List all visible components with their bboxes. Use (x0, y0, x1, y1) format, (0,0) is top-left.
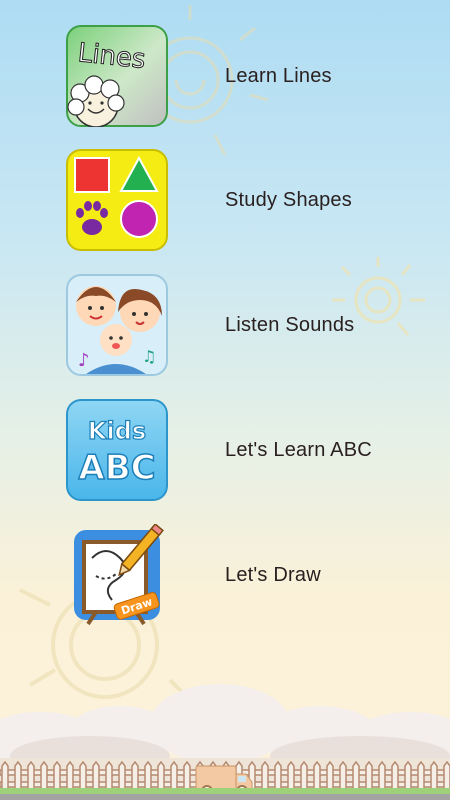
fence-picket (274, 760, 282, 791)
menu-item-study-shapes[interactable]: Study Shapes (66, 148, 426, 252)
fence-picket (170, 760, 178, 791)
kids-abc-icon: Kids ABC (66, 399, 168, 501)
fence-picket (157, 760, 165, 791)
family-sounds-icon: ♪ ♫ (66, 274, 168, 376)
kids-abc-icon-bottom-text: ABC (78, 448, 155, 488)
menu-item-label: Let's Learn ABC (225, 438, 372, 461)
fence-picket (378, 760, 386, 791)
fence-picket (27, 760, 35, 791)
fence-picket (66, 760, 74, 791)
menu-item-label: Learn Lines (225, 64, 332, 87)
fence-picket (313, 760, 321, 791)
fence-picket (79, 760, 87, 791)
fence-picket (118, 760, 126, 791)
fence-picket (365, 760, 373, 791)
fence-picket (443, 760, 450, 791)
fence-picket (339, 760, 347, 791)
fence-picket (430, 760, 438, 791)
fence-picket (391, 760, 399, 791)
grass (0, 788, 450, 794)
road (0, 794, 450, 800)
fence-picket (287, 760, 295, 791)
kids-abc-icon-top-text: Kids (88, 417, 146, 445)
fence-picket (53, 760, 61, 791)
fence-picket (326, 760, 334, 791)
menu-item-label: Listen Sounds (225, 313, 355, 336)
fence-picket (131, 760, 139, 791)
fence-picket (183, 760, 191, 791)
svg-text:♪: ♪ (78, 350, 90, 371)
fence-picket (40, 760, 48, 791)
fence-picket (404, 760, 412, 791)
fence-picket (352, 760, 360, 791)
fence-picket (1, 760, 9, 791)
menu-item-learn-lines[interactable]: Lines Learn Lines (66, 24, 426, 128)
fence-picket (105, 760, 113, 791)
fence-picket (417, 760, 425, 791)
menu-item-label: Study Shapes (225, 188, 352, 211)
lines-icon: Lines (66, 25, 168, 127)
menu-item-learn-abc[interactable]: Kids ABC Let's Learn ABC (66, 398, 426, 502)
fence-picket (144, 760, 152, 791)
svg-text:♫: ♫ (142, 347, 156, 366)
menu-item-lets-draw[interactable]: Draw Let's Draw (66, 523, 426, 627)
ground-scenery (0, 684, 450, 800)
fence-picket (300, 760, 308, 791)
shapes-icon (66, 149, 168, 251)
fence-picket (14, 760, 22, 791)
fence-picket (92, 760, 100, 791)
drawing-easel-icon: Draw (66, 524, 168, 626)
fence-picket (261, 760, 269, 791)
menu-item-label: Let's Draw (225, 563, 321, 586)
menu-item-listen-sounds[interactable]: ♪ ♫ Listen Sounds (66, 273, 426, 377)
